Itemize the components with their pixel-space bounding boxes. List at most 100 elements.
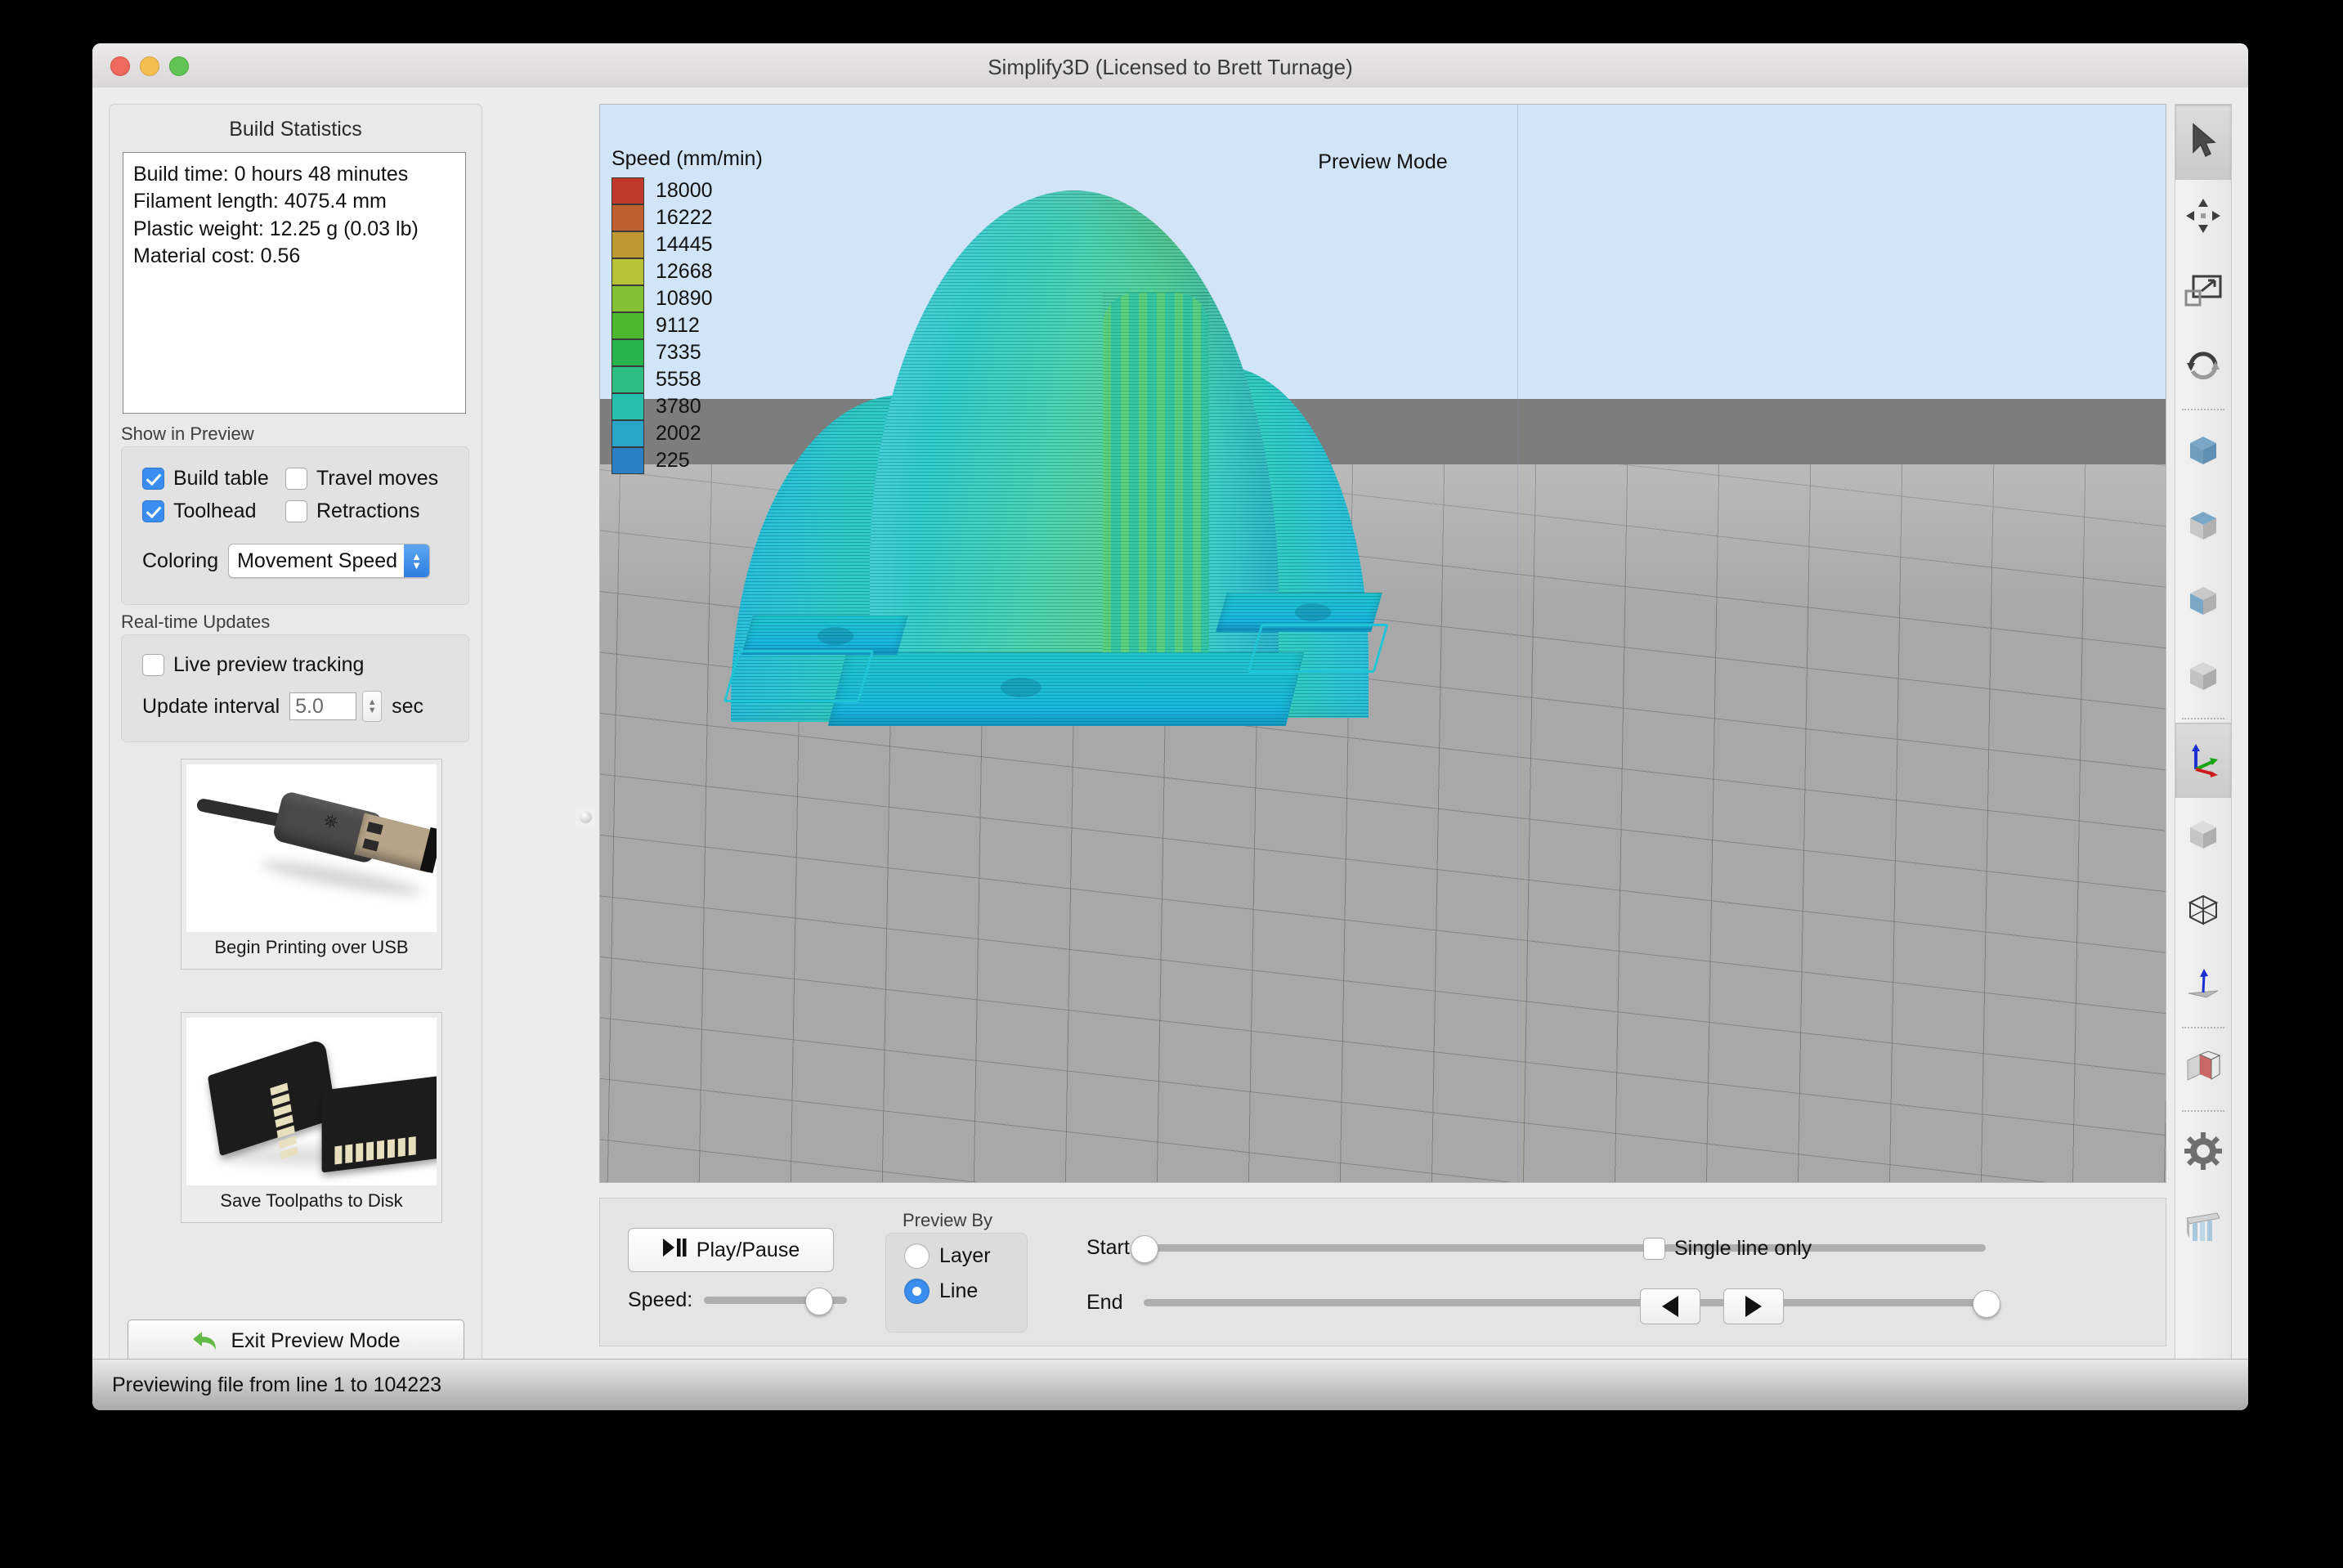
travel-moves-label: Travel moves xyxy=(316,467,439,490)
radio-line[interactable]: Line xyxy=(904,1279,1027,1304)
preview-by-group: Layer Line xyxy=(885,1233,1028,1333)
single-line-only-checkbox-row[interactable]: Single line only xyxy=(1643,1237,1812,1261)
chevron-updown-icon[interactable]: ▲ ▼ xyxy=(404,544,430,577)
cube-solid-icon xyxy=(2185,816,2221,856)
next-frame-icon xyxy=(1745,1296,1762,1317)
radio-layer[interactable]: Layer xyxy=(904,1243,1027,1269)
rotate-arrows-icon xyxy=(2184,348,2222,388)
toolhead-checkbox-icon[interactable] xyxy=(142,500,164,522)
window-title: Simplify3D (Licensed to Brett Turnage) xyxy=(988,55,1353,79)
checkbox-travel-moves[interactable]: Travel moves xyxy=(285,467,438,491)
move-tool-button[interactable] xyxy=(2175,180,2231,255)
show-in-preview-box: Build table Travel moves Toolhead Retrac… xyxy=(121,446,469,605)
legend-swatch xyxy=(612,285,644,312)
legend-swatch xyxy=(612,339,644,366)
stat-filament-length: Filament length: 4075.4 mm xyxy=(133,190,387,213)
left-panel: Build Statistics Build time: 0 hours 48 … xyxy=(109,104,482,1378)
app-window: Simplify3D (Licensed to Brett Turnage) B… xyxy=(92,43,2248,1410)
solid-view-button[interactable] xyxy=(2175,798,2231,873)
checkbox-toolhead[interactable]: Toolhead xyxy=(142,500,256,523)
usb-button-caption: Begin Printing over USB xyxy=(214,937,409,957)
play-pause-button[interactable]: Play/Pause xyxy=(628,1228,834,1272)
panel-splitter-handle[interactable] xyxy=(576,807,595,827)
checkbox-retractions[interactable]: Retractions xyxy=(285,500,419,523)
legend-row: 9112 xyxy=(612,312,763,339)
supports-tool-button[interactable] xyxy=(2175,1190,2231,1266)
checkbox-live-preview-tracking[interactable]: Live preview tracking xyxy=(142,653,364,677)
speed-slider-row: Speed: xyxy=(628,1287,848,1315)
toolbar-separator xyxy=(2182,409,2224,410)
coloring-label: Coloring xyxy=(142,549,219,572)
rotate-tool-button[interactable] xyxy=(2175,330,2231,405)
play-pause-icon xyxy=(662,1238,687,1263)
settings-gear-button[interactable] xyxy=(2175,1115,2231,1190)
exit-preview-mode-button[interactable]: Exit Preview Mode xyxy=(128,1319,464,1362)
model-left-skirt xyxy=(723,650,875,702)
show-in-preview-label: Show in Preview xyxy=(121,423,254,444)
legend-row: 18000 xyxy=(612,177,763,204)
legend-title: Speed (mm/min) xyxy=(612,147,763,170)
update-interval-stepper-icon[interactable]: ▲ ▼ xyxy=(362,691,383,722)
scale-tool-button[interactable] xyxy=(2175,255,2231,330)
normal-vector-icon xyxy=(2184,965,2222,1007)
select-tool-button[interactable] xyxy=(2175,105,2231,180)
prev-frame-button[interactable] xyxy=(1640,1288,1700,1324)
legend-swatch xyxy=(612,177,644,204)
normals-view-button[interactable] xyxy=(2175,948,2231,1024)
next-frame-button[interactable] xyxy=(1723,1288,1784,1324)
update-interval-row: Update interval 5.0 ▲ ▼ sec xyxy=(142,691,423,722)
end-slider-knob[interactable] xyxy=(1973,1289,2000,1318)
view-iso-button[interactable] xyxy=(2175,639,2231,715)
layer-radio-icon[interactable] xyxy=(904,1243,930,1269)
move-arrows-icon xyxy=(2184,197,2222,239)
cube-top-icon xyxy=(2185,507,2221,547)
save-toolpaths-to-disk-button[interactable]: Save Toolpaths to Disk xyxy=(181,1012,442,1223)
update-interval-unit: sec xyxy=(392,694,424,718)
begin-printing-over-usb-button[interactable]: ⎈ Begin Printing over USB xyxy=(181,759,442,970)
line-radio-icon[interactable] xyxy=(904,1279,930,1304)
stat-build-time: Build time: 0 hours 48 minutes xyxy=(133,163,409,186)
cube-front-icon xyxy=(2185,432,2221,472)
legend-row: 3780 xyxy=(612,393,763,420)
legend-swatch xyxy=(612,447,644,474)
end-label: End xyxy=(1086,1291,1123,1314)
viewport-seam-line xyxy=(1517,105,1518,1182)
single-line-only-checkbox-icon[interactable] xyxy=(1643,1238,1665,1260)
view-left-button[interactable] xyxy=(2175,564,2231,639)
cube-wireframe-icon xyxy=(2184,890,2222,932)
stat-material-cost: Material cost: 0.56 xyxy=(133,244,301,267)
scale-icon xyxy=(2184,273,2223,313)
live-preview-checkbox-icon[interactable] xyxy=(142,654,164,676)
right-toolbar xyxy=(2175,104,2232,1363)
speed-label: Speed: xyxy=(628,1288,693,1311)
build-table-checkbox-icon[interactable] xyxy=(142,468,164,490)
usb-connector-photo: ⎈ xyxy=(186,764,437,932)
travel-moves-checkbox-icon[interactable] xyxy=(285,468,307,490)
axis-indicator-button[interactable] xyxy=(2175,723,2231,798)
single-line-only-label: Single line only xyxy=(1674,1237,1812,1260)
toolbar-separator xyxy=(2182,1027,2224,1028)
speed-slider[interactable] xyxy=(704,1287,848,1315)
supports-icon xyxy=(2184,1210,2222,1247)
legend-swatch xyxy=(612,312,644,339)
view-front-button[interactable] xyxy=(2175,414,2231,489)
legend-row: 10890 xyxy=(612,285,763,312)
start-slider[interactable] xyxy=(1131,1234,1986,1263)
coloring-select[interactable]: Movement Speed ▲ ▼ xyxy=(228,544,431,578)
checkbox-build-table[interactable]: Build table xyxy=(142,467,269,491)
retractions-checkbox-icon[interactable] xyxy=(285,500,307,522)
retractions-label: Retractions xyxy=(316,500,420,522)
legend-row: 14445 xyxy=(612,231,763,258)
cross-section-icon xyxy=(2184,1050,2223,1090)
speed-slider-knob[interactable] xyxy=(805,1287,834,1315)
cross-section-view-button[interactable] xyxy=(2175,1032,2231,1107)
title-bar: Simplify3D (Licensed to Brett Turnage) xyxy=(92,43,2248,88)
update-interval-input[interactable]: 5.0 xyxy=(289,692,357,720)
start-slider-knob[interactable] xyxy=(1131,1234,1158,1263)
view-top-button[interactable] xyxy=(2175,489,2231,564)
3d-viewport[interactable]: Preview Mode Speed (mm/min) 18000 16222 … xyxy=(599,104,2166,1183)
cube-plain-icon xyxy=(2185,657,2221,697)
layer-label: Layer xyxy=(939,1244,991,1267)
end-slider[interactable] xyxy=(1144,1289,2000,1318)
wireframe-view-button[interactable] xyxy=(2175,873,2231,948)
